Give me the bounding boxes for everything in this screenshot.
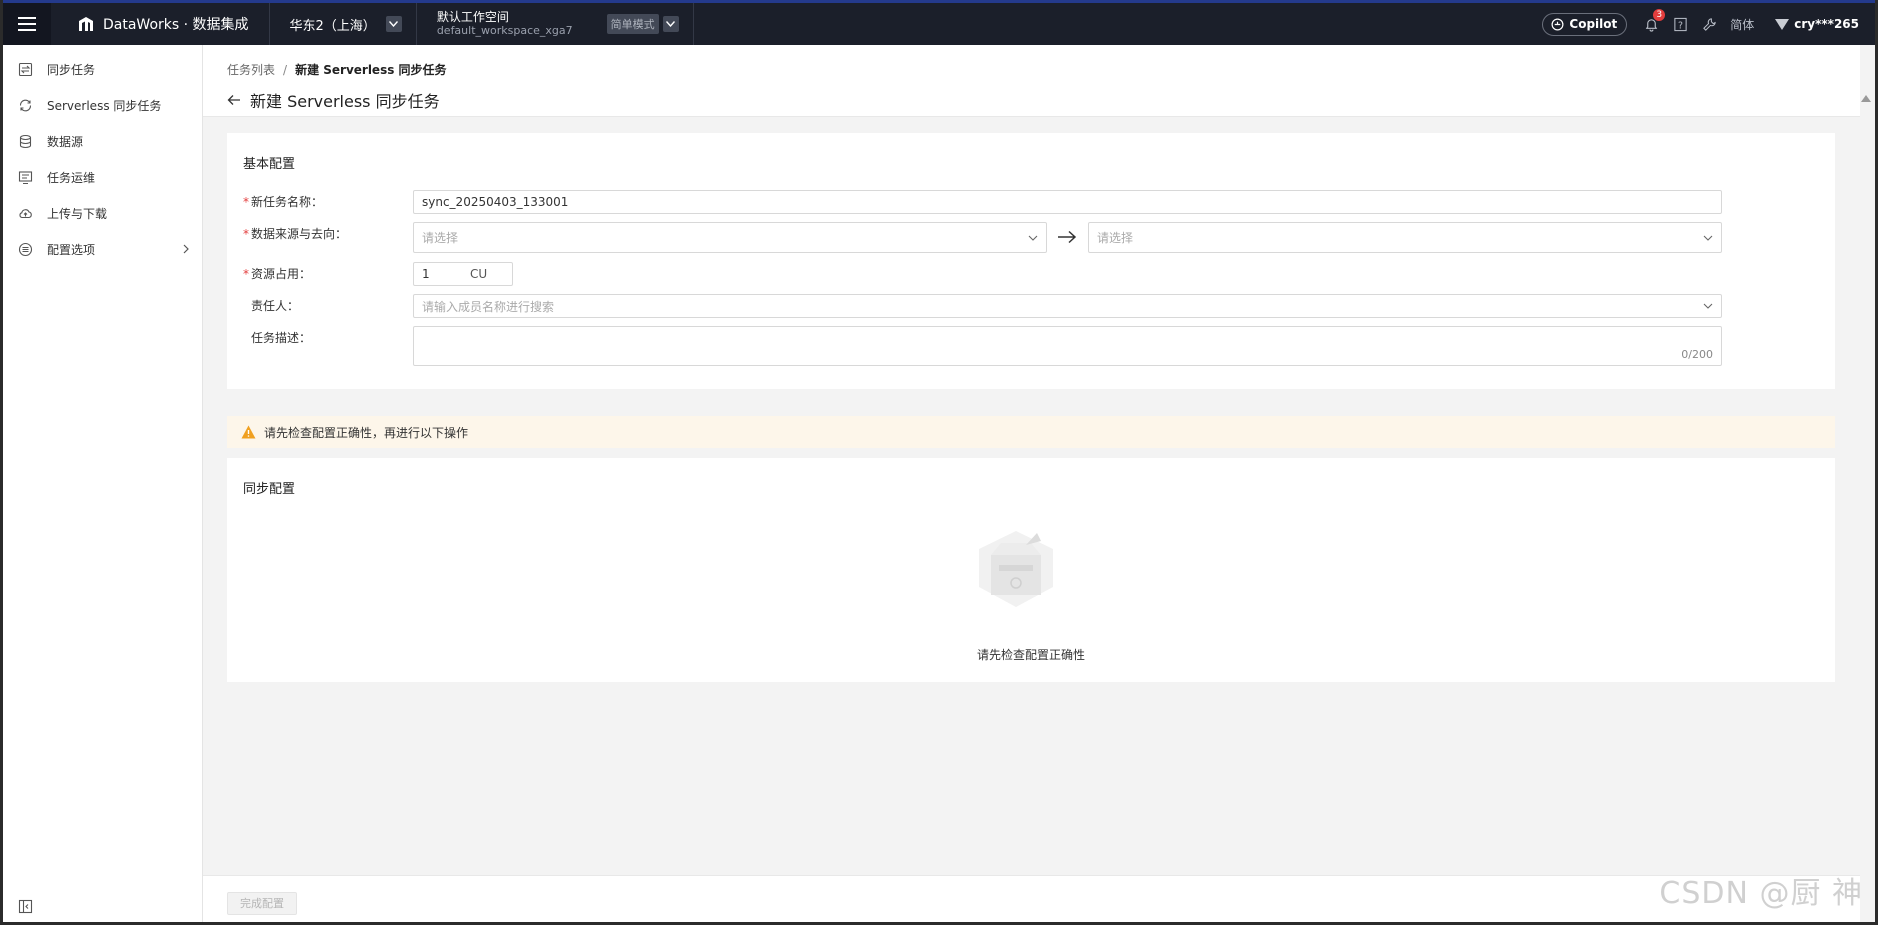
resource-input[interactable]: 1 CU [413, 262, 513, 286]
chevron-down-icon[interactable] [662, 16, 679, 32]
sidebar-item-task-ops[interactable]: 任务运维 [3, 159, 202, 195]
sidebar-item-serverless-sync[interactable]: Serverless 同步任务 [3, 87, 202, 123]
sidebar-item-config[interactable]: 配置选项 [3, 231, 202, 267]
task-name-label: * 新任务名称： [243, 195, 324, 209]
notification-badge: 3 [1653, 9, 1666, 21]
chevron-right-icon[interactable] [182, 244, 190, 254]
user-name: cry***265 [1794, 17, 1859, 31]
user-shield-icon [1775, 19, 1790, 30]
page-header: 任务列表 / 新建 Serverless 同步任务 新建 Serverless … [203, 45, 1860, 117]
resource-unit: CU [470, 267, 488, 281]
task-name-input[interactable]: sync_20250403_133001 [413, 190, 1722, 214]
chevron-down-icon [1703, 303, 1713, 309]
language-switch[interactable]: 简体 [1730, 16, 1754, 33]
owner-select[interactable]: 请输入成员名称进行搜索 [413, 294, 1722, 318]
region-selector[interactable]: 华东2（上海） [270, 3, 417, 45]
required-mark: * [243, 227, 249, 241]
resource-label: * 资源占用： [243, 267, 312, 281]
source-placeholder: 请选择 [422, 231, 459, 245]
watermark: CSDN @厨 神 [1659, 876, 1863, 911]
sidebar: 同步任务 Serverless 同步任务 数据源 任务运维 上传与下载 配置选项 [3, 45, 203, 922]
breadcrumb: 任务列表 / 新建 Serverless 同步任务 [227, 61, 447, 78]
owner-placeholder: 请输入成员名称进行搜索 [422, 299, 555, 314]
warning-banner: 请先检查配置正确性，再进行以下操作 [227, 416, 1835, 448]
description-label: 任务描述： [251, 331, 312, 345]
serverless-sync-icon [19, 99, 32, 111]
sidebar-item-datasource[interactable]: 数据源 [3, 123, 202, 159]
basic-config-card: 基本配置 * 新任务名称： sync_20250403_133001 * 数据来源与… [227, 133, 1835, 389]
source-target-label: * 数据来源与去向： [243, 227, 348, 241]
scroll-up-icon[interactable] [1860, 93, 1872, 103]
menu-icon[interactable] [3, 3, 51, 45]
sidebar-item-label: 上传与下载 [47, 206, 108, 221]
mode-badge[interactable]: 简单模式 [606, 14, 659, 34]
finish-config-button[interactable]: 完成配置 [227, 892, 297, 915]
required-mark: * [243, 195, 249, 209]
chevron-down-icon[interactable] [385, 16, 402, 32]
sync-config-title: 同步配置 [243, 482, 296, 497]
target-placeholder: 请选择 [1097, 231, 1134, 245]
breadcrumb-task-list[interactable]: 任务列表 [227, 61, 275, 78]
svg-text:?: ? [1678, 20, 1683, 31]
sidebar-item-label: Serverless 同步任务 [47, 98, 162, 113]
copilot-button[interactable]: Copilot [1542, 12, 1628, 36]
warning-text: 请先检查配置正确性，再进行以下操作 [264, 425, 469, 440]
page-title: 新建 Serverless 同步任务 [250, 92, 440, 111]
resource-value: 1 [422, 267, 430, 281]
sidebar-item-label: 数据源 [47, 134, 84, 149]
warning-icon [241, 425, 256, 439]
sidebar-item-label: 任务运维 [47, 170, 96, 185]
sync-task-icon [18, 62, 33, 76]
empty-state-text: 请先检查配置正确性 [976, 648, 1085, 662]
cloud-upload-icon [19, 208, 32, 218]
top-bar: DataWorks · 数据集成 华东2（上海） 默认工作空间 default_… [3, 0, 1875, 45]
required-mark: * [243, 267, 249, 281]
breadcrumb-current: 新建 Serverless 同步任务 [295, 63, 447, 77]
sidebar-item-label: 同步任务 [47, 62, 96, 77]
back-arrow-icon[interactable] [227, 94, 241, 106]
footer-bar: 完成配置 [203, 875, 1860, 922]
help-icon[interactable]: ? [1672, 16, 1688, 32]
workspace-id: default_workspace_xga7 [436, 24, 573, 37]
config-icon [18, 242, 33, 256]
empty-box-icon [979, 531, 1053, 607]
basic-config-title: 基本配置 [243, 157, 296, 172]
copilot-icon [1551, 18, 1564, 30]
chevron-down-icon [1703, 235, 1713, 241]
wrench-icon[interactable] [1701, 16, 1717, 32]
breadcrumb-separator: / [283, 62, 288, 77]
task-name-value: sync_20250403_133001 [422, 195, 569, 209]
sidebar-item-sync-task[interactable]: 同步任务 [3, 51, 202, 87]
sidebar-item-upload-download[interactable]: 上传与下载 [3, 195, 202, 231]
arrow-right-icon [1058, 230, 1077, 244]
dataworks-logo-icon [79, 17, 93, 31]
description-counter: 0/200 [1681, 348, 1713, 361]
main-content: 任务列表 / 新建 Serverless 同步任务 新建 Serverless … [203, 45, 1872, 922]
region-label: 华东2（上海） [289, 18, 376, 34]
brand[interactable]: DataWorks · 数据集成 [51, 3, 270, 45]
sidebar-item-label: 配置选项 [47, 242, 96, 257]
copilot-label: Copilot [1569, 17, 1618, 31]
workspace-selector[interactable]: 默认工作空间 default_workspace_xga7 简单模式 [417, 3, 694, 45]
database-icon [19, 134, 32, 148]
sidebar-collapse-icon[interactable] [18, 899, 33, 914]
sync-config-card: 同步配置 请先检查配置正确性 [227, 458, 1835, 682]
bell-icon[interactable]: 3 [1643, 9, 1666, 32]
workspace-name: 默认工作空间 [436, 10, 509, 24]
description-textarea[interactable]: 0/200 [413, 326, 1722, 366]
source-select[interactable]: 请选择 [413, 222, 1047, 253]
owner-label: 责任人： [251, 299, 300, 313]
chevron-down-icon [1028, 235, 1038, 241]
user-menu[interactable]: cry***265 [1774, 17, 1859, 31]
ops-icon [18, 170, 33, 184]
brand-title: DataWorks · 数据集成 [103, 17, 249, 33]
target-select[interactable]: 请选择 [1088, 222, 1722, 253]
